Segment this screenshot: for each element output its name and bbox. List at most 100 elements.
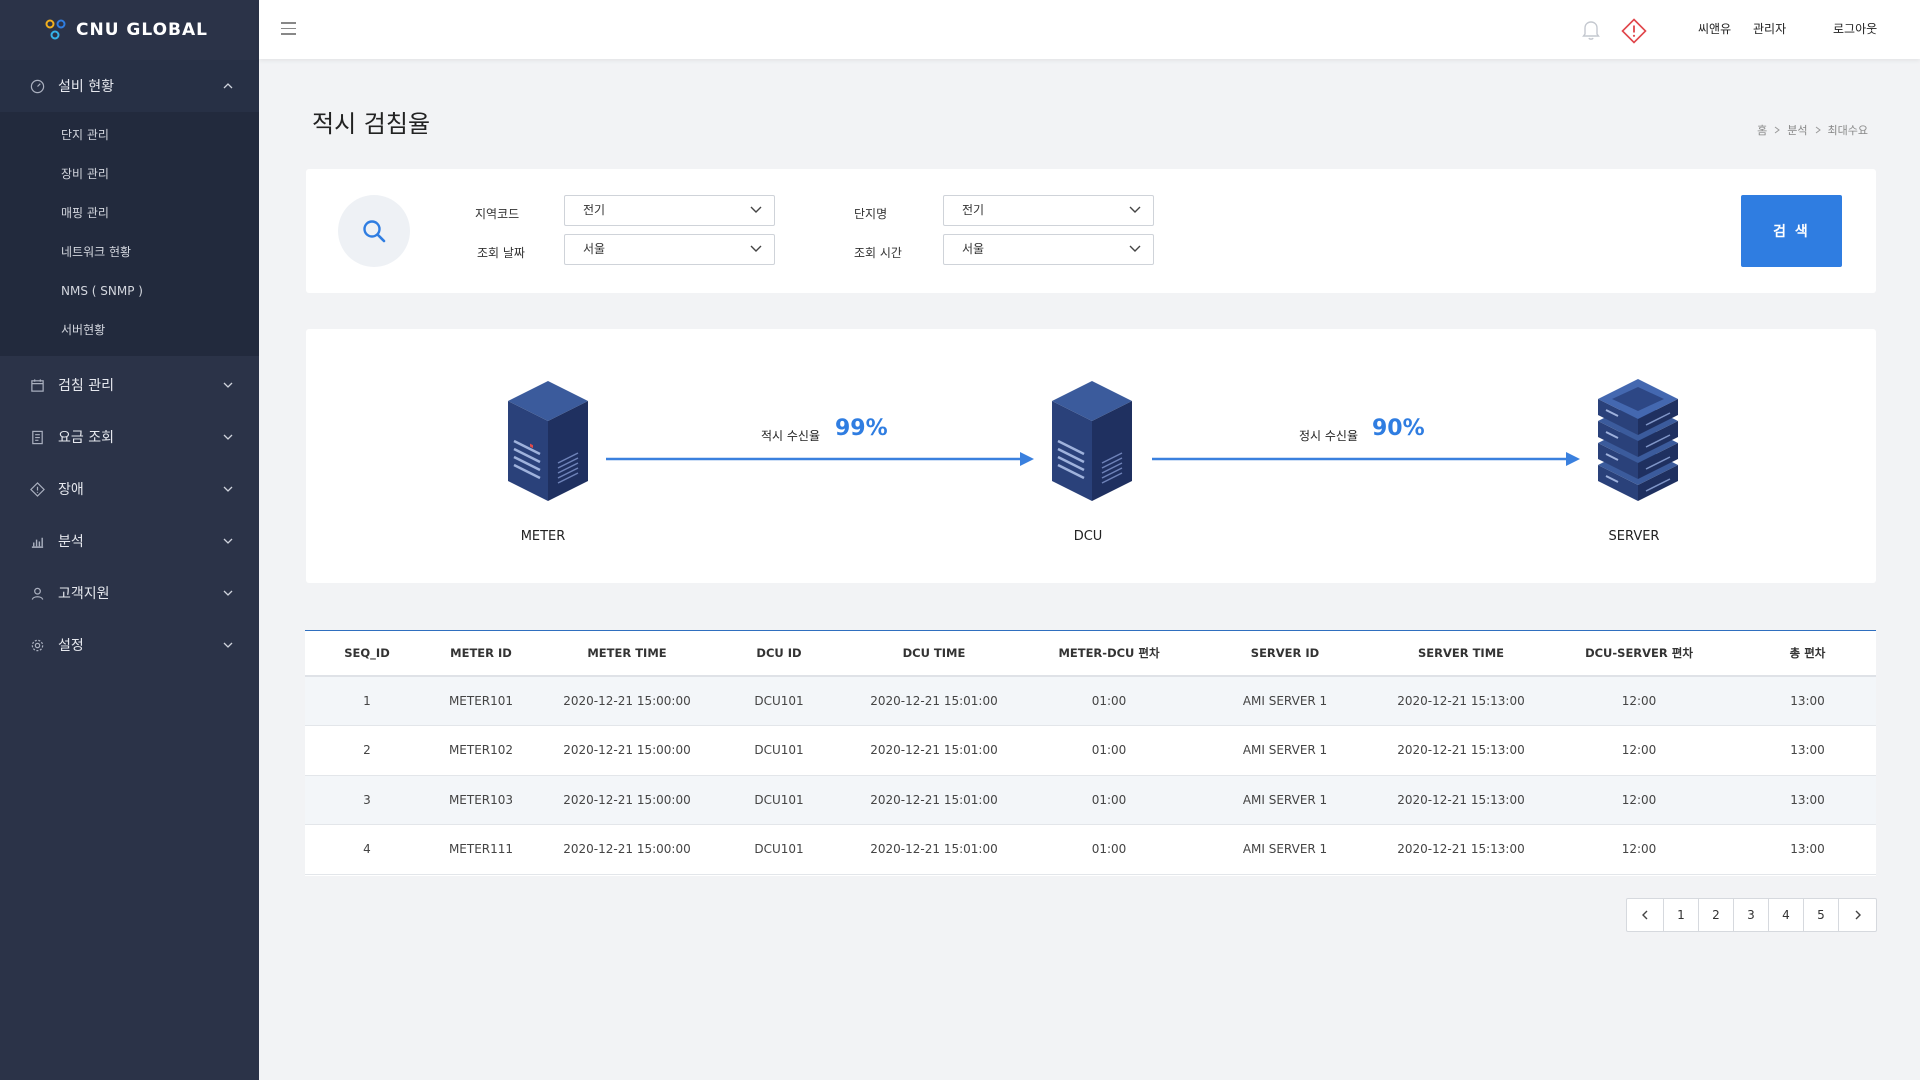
hamburger-menu-icon[interactable] bbox=[281, 18, 297, 38]
chevron-left-icon bbox=[1642, 910, 1648, 920]
table-cell: 2020-12-21 15:00:00 bbox=[533, 725, 721, 776]
column-header[interactable]: SEQ_ID bbox=[305, 631, 429, 677]
sidebar-submenu-equipment: 단지 관리 장비 관리 매핑 관리 네트워크 현황 NMS ( SNMP ) 서… bbox=[0, 112, 259, 356]
complex-name-select[interactable]: 전기 bbox=[943, 195, 1154, 226]
sidebar-section-label: 분석 bbox=[58, 534, 84, 550]
sidebar-item-device[interactable]: 장비 관리 bbox=[0, 155, 259, 194]
next-page-button[interactable] bbox=[1839, 899, 1876, 931]
chevron-down-icon bbox=[750, 245, 762, 252]
table-row[interactable]: 4 METER111 2020-12-21 15:00:00 DCU101 20… bbox=[305, 824, 1876, 875]
region-code-select[interactable]: 전기 bbox=[564, 195, 775, 226]
column-header[interactable]: DCU ID bbox=[721, 631, 837, 677]
table-cell: 4 bbox=[305, 824, 429, 875]
table-cell: 2020-12-21 15:00:00 bbox=[533, 676, 721, 726]
query-time-select[interactable]: 서울 bbox=[943, 234, 1154, 265]
chevron-down-icon bbox=[223, 382, 233, 388]
table-row[interactable]: 2 METER102 2020-12-21 15:00:00 DCU101 20… bbox=[305, 725, 1876, 776]
dcu-server-icon bbox=[1052, 381, 1132, 501]
chevron-up-icon bbox=[223, 83, 233, 89]
sidebar-section-analysis[interactable]: 분석 bbox=[0, 515, 259, 567]
page-title: 적시 검침율 bbox=[312, 110, 431, 138]
column-header[interactable]: DCU-SERVER 편차 bbox=[1539, 631, 1739, 677]
logout-link[interactable]: 로그아웃 bbox=[1833, 20, 1877, 37]
table-cell: 2020-12-21 15:01:00 bbox=[837, 824, 1031, 875]
server-stack-icon bbox=[1598, 379, 1678, 501]
column-header[interactable]: 총 편차 bbox=[1739, 631, 1876, 677]
sidebar-section-label: 고객지원 bbox=[58, 586, 110, 602]
sidebar-item-mapping[interactable]: 매핑 관리 bbox=[0, 194, 259, 233]
table-cell: 2020-12-21 15:00:00 bbox=[533, 824, 721, 875]
flow-diagram-panel: METER 적시 수신율 99% DCU 정시 수신율 90% SERVER bbox=[306, 329, 1876, 583]
top-bar: 씨앤유 관리자 로그아웃 bbox=[259, 0, 1920, 59]
page-button[interactable]: 3 bbox=[1734, 899, 1769, 931]
meter-reading-table: SEQ_ID METER ID METER TIME DCU ID DCU TI… bbox=[305, 631, 1876, 875]
column-header[interactable]: METER ID bbox=[429, 631, 533, 677]
table-cell: DCU101 bbox=[721, 824, 837, 875]
page-button[interactable]: 1 bbox=[1664, 899, 1699, 931]
table-cell: METER103 bbox=[429, 775, 533, 825]
sidebar-item-network[interactable]: 네트워크 현황 bbox=[0, 233, 259, 272]
brand-logo[interactable]: CNU GLOBAL bbox=[0, 0, 259, 60]
sidebar-section-label: 설정 bbox=[58, 638, 84, 654]
query-date-select[interactable]: 서울 bbox=[564, 234, 775, 265]
alert-diamond-icon[interactable] bbox=[1621, 18, 1647, 44]
page-button[interactable]: 2 bbox=[1699, 899, 1734, 931]
chevron-down-icon bbox=[223, 486, 233, 492]
meter-label: METER bbox=[520, 529, 566, 544]
table-cell: 3 bbox=[305, 775, 429, 825]
column-header[interactable]: METER TIME bbox=[533, 631, 721, 677]
page-button[interactable]: 4 bbox=[1769, 899, 1804, 931]
sidebar-item-complex[interactable]: 단지 관리 bbox=[0, 116, 259, 155]
prev-page-button[interactable] bbox=[1627, 899, 1664, 931]
column-header[interactable]: SERVER ID bbox=[1187, 631, 1383, 677]
chevron-down-icon bbox=[750, 206, 762, 213]
sidebar-section-label: 장애 bbox=[58, 482, 84, 498]
region-code-value: 전기 bbox=[583, 203, 606, 217]
table-cell: 1 bbox=[305, 676, 429, 726]
chevron-down-icon bbox=[223, 590, 233, 596]
server-label: SERVER bbox=[1608, 529, 1660, 544]
chevron-right-icon bbox=[1774, 126, 1781, 134]
page-button[interactable]: 5 bbox=[1804, 899, 1839, 931]
sidebar-section-reading[interactable]: 검침 관리 bbox=[0, 359, 259, 411]
sidebar-section-support[interactable]: 고객지원 bbox=[0, 567, 259, 619]
chevron-right-icon bbox=[1815, 126, 1821, 134]
table-cell: METER111 bbox=[429, 824, 533, 875]
sidebar-section-fault[interactable]: 장애 bbox=[0, 463, 259, 515]
table-cell: 01:00 bbox=[1031, 775, 1187, 825]
sidebar-section-settings[interactable]: 설정 bbox=[0, 619, 259, 671]
bell-icon[interactable] bbox=[1581, 19, 1601, 41]
region-code-label: 지역코드 bbox=[475, 207, 520, 221]
table-cell: DCU101 bbox=[721, 775, 837, 825]
sidebar-item-server[interactable]: 서버현황 bbox=[0, 311, 259, 350]
arrow-right-icon bbox=[606, 452, 1034, 466]
table-row[interactable]: 1 METER101 2020-12-21 15:00:00 DCU101 20… bbox=[305, 676, 1876, 726]
rate2-value: 90% bbox=[1372, 416, 1425, 441]
company-name: 씨앤유 bbox=[1698, 22, 1732, 36]
sidebar: CNU GLOBAL 설비 현황 단지 관리 장비 관리 매핑 관리 네트워크 … bbox=[0, 0, 259, 1080]
chevron-down-icon bbox=[223, 538, 233, 544]
table-header-row: SEQ_ID METER ID METER TIME DCU ID DCU TI… bbox=[305, 631, 1876, 677]
query-date-value: 서울 bbox=[583, 242, 606, 256]
column-header[interactable]: METER-DCU 편차 bbox=[1031, 631, 1187, 677]
table-cell: 01:00 bbox=[1031, 725, 1187, 776]
table-row[interactable]: 3 METER103 2020-12-21 15:00:00 DCU101 20… bbox=[305, 775, 1876, 825]
column-header[interactable]: DCU TIME bbox=[837, 631, 1031, 677]
user-role[interactable]: 관리자 bbox=[1753, 20, 1786, 37]
document-icon bbox=[28, 428, 46, 446]
breadcrumb-item[interactable]: 분석 bbox=[1787, 122, 1807, 138]
complex-name-label: 단지명 bbox=[854, 207, 888, 221]
column-header[interactable]: SERVER TIME bbox=[1383, 631, 1539, 677]
table-cell: 2020-12-21 15:01:00 bbox=[837, 725, 1031, 776]
table-cell: 12:00 bbox=[1539, 725, 1739, 776]
search-button[interactable]: 검 색 bbox=[1741, 195, 1842, 267]
table-cell: 01:00 bbox=[1031, 824, 1187, 875]
breadcrumb-item[interactable]: 홈 bbox=[1757, 122, 1767, 138]
arrow-right-icon bbox=[1152, 452, 1580, 466]
table-cell: 2020-12-21 15:13:00 bbox=[1383, 725, 1539, 776]
pagination: 1 2 3 4 5 bbox=[1626, 898, 1877, 932]
sidebar-section-billing[interactable]: 요금 조회 bbox=[0, 411, 259, 463]
sidebar-item-nms[interactable]: NMS ( SNMP ) bbox=[0, 272, 259, 311]
sidebar-section-label: 설비 현황 bbox=[58, 79, 114, 95]
sidebar-section-equipment[interactable]: 설비 현황 bbox=[0, 60, 259, 112]
